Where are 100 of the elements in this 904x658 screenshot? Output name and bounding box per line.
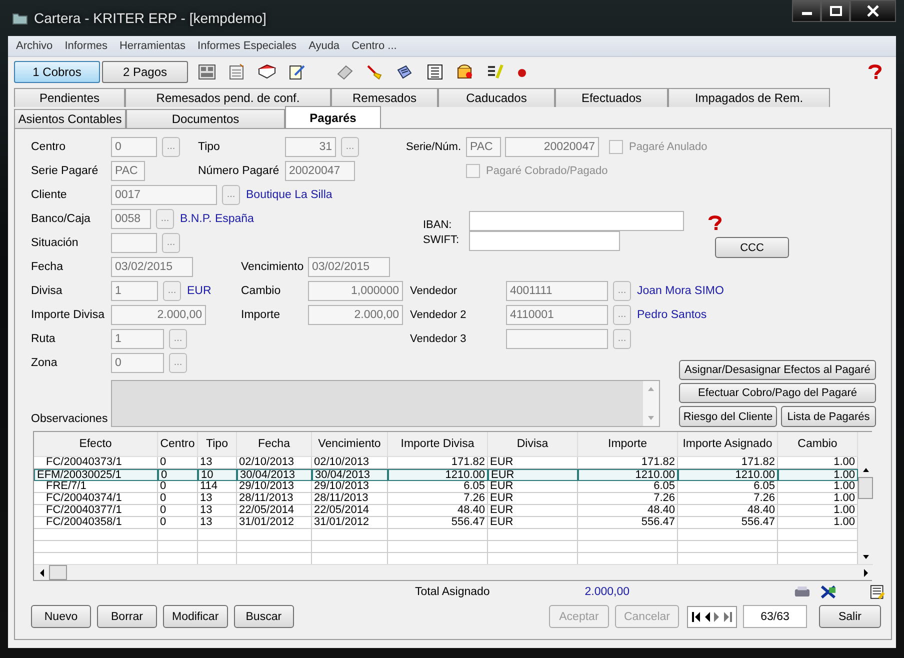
column-header[interactable]: Vencimiento <box>312 432 388 456</box>
table-cell: 48.40 <box>578 505 678 517</box>
input-field[interactable]: 03/02/2015 <box>308 257 390 277</box>
column-header[interactable]: Importe <box>578 432 678 456</box>
input-field[interactable]: 2.000,00 <box>111 305 206 325</box>
document-icon[interactable] <box>228 64 246 80</box>
tab[interactable]: Asientos Contables <box>14 109 126 128</box>
payment-button[interactable]: Efectuar Cobro/Pago del Pagaré <box>679 383 876 403</box>
command-button[interactable]: Borrar <box>97 605 157 628</box>
table-cell: EUR <box>488 457 578 469</box>
printer-icon[interactable] <box>794 585 810 599</box>
close-button[interactable] <box>850 0 896 22</box>
column-header[interactable]: Tipo <box>198 432 237 456</box>
assign-button[interactable]: Asignar/Desasignar Efectos al Pagaré <box>679 360 876 380</box>
column-header[interactable]: Divisa <box>488 432 578 456</box>
input-field[interactable]: PAC <box>466 137 501 157</box>
field-label: Cambio <box>241 285 282 297</box>
checklist-icon[interactable] <box>486 64 504 80</box>
column-header[interactable]: Importe Asignado <box>678 432 778 456</box>
table-cell: 0 <box>158 505 198 517</box>
mode-button[interactable]: 1 Cobros <box>14 61 100 83</box>
input-field[interactable]: 20020047 <box>285 161 355 181</box>
calculator-icon[interactable] <box>198 64 216 80</box>
scrollbar-thumb[interactable] <box>49 565 67 580</box>
last-record-icon[interactable] <box>723 610 733 624</box>
table-cell: 1.00 <box>778 469 858 481</box>
brush-icon[interactable] <box>366 64 384 80</box>
field-label: Importe Divisa <box>31 309 106 321</box>
input-field[interactable]: PAC <box>111 161 145 181</box>
previous-record-icon[interactable] <box>703 610 711 624</box>
input-field[interactable] <box>506 329 608 349</box>
lookup-value: Pedro Santos <box>637 309 707 321</box>
phone-icon[interactable] <box>456 64 474 80</box>
input-field[interactable]: 1 <box>111 329 164 349</box>
risk-button[interactable]: Riesgo del Cliente <box>679 406 777 427</box>
input-field[interactable]: 0 <box>111 353 164 373</box>
iban-field[interactable] <box>469 211 684 231</box>
table-cell: EUR <box>488 493 578 505</box>
input-field[interactable]: 4001111 <box>506 281 608 301</box>
column-header[interactable]: Centro <box>158 432 198 456</box>
ccc-button[interactable]: CCC <box>715 237 789 258</box>
input-field[interactable] <box>111 233 157 253</box>
input-field[interactable]: 20020047 <box>505 137 599 157</box>
menu-item[interactable]: Centro ... <box>352 40 397 52</box>
column-header[interactable]: Fecha <box>237 432 312 456</box>
input-field[interactable]: 1,000000 <box>308 281 403 301</box>
table-cell: 48.40 <box>388 505 488 517</box>
input-field[interactable]: 0017 <box>111 185 217 205</box>
tab[interactable]: Caducados <box>438 88 555 107</box>
table-cell: 7.26 <box>678 493 778 505</box>
tab[interactable]: Pagarés <box>285 106 381 128</box>
exit-button[interactable]: Salir <box>819 605 881 628</box>
minimize-button[interactable] <box>792 0 821 22</box>
field-label: Divisa <box>31 285 64 297</box>
tab[interactable]: Remesados pend. de conf. <box>125 88 331 107</box>
notepad-icon[interactable] <box>870 584 885 600</box>
menu-item[interactable]: Ayuda <box>308 40 340 52</box>
table-cell: 28/11/2013 <box>237 493 312 505</box>
help-icon[interactable] <box>706 215 724 231</box>
swift-field[interactable] <box>469 231 620 251</box>
input-field[interactable]: 1 <box>111 281 158 301</box>
list-button[interactable]: Lista de Pagarés <box>781 406 876 427</box>
tab[interactable]: Efectuados <box>555 88 668 107</box>
input-field[interactable]: 0 <box>111 137 157 157</box>
tab[interactable]: Remesados <box>331 88 438 107</box>
command-button[interactable]: Modificar <box>163 605 228 628</box>
command-button[interactable]: Nuevo <box>31 605 91 628</box>
menu-item[interactable]: Archivo <box>16 40 53 52</box>
help-icon[interactable] <box>866 64 884 80</box>
cards-icon[interactable] <box>396 64 414 80</box>
tab[interactable]: Documentos <box>126 109 285 128</box>
tab[interactable]: Impagados de Rem. <box>668 88 830 107</box>
mode-button[interactable]: 2 Pagos <box>102 61 188 83</box>
list-icon[interactable] <box>426 64 444 80</box>
command-button[interactable]: Buscar <box>234 605 294 628</box>
tab[interactable]: Pendientes <box>14 88 125 107</box>
eraser-icon[interactable] <box>336 64 354 80</box>
first-record-icon[interactable] <box>691 610 701 624</box>
window-title: Cartera - KRITER ERP - [kempdemo] <box>34 10 266 26</box>
menu-item[interactable]: Informes Especiales <box>198 40 297 52</box>
folder-icon <box>12 11 28 25</box>
next-record-icon[interactable] <box>713 610 721 624</box>
field-label: Vendedor 3 <box>409 333 468 345</box>
menu-item[interactable]: Informes <box>64 40 108 52</box>
spreadsheet-icon[interactable] <box>820 585 836 599</box>
field-label: Vendedor <box>409 285 458 297</box>
input-field[interactable]: 0058 <box>111 209 151 229</box>
field-label: Centro <box>31 141 67 153</box>
column-header[interactable]: Importe Divisa <box>388 432 488 456</box>
notepad-icon[interactable] <box>288 64 306 80</box>
menu-item[interactable]: Herramientas <box>119 40 186 52</box>
input-field[interactable]: 03/02/2015 <box>111 257 193 277</box>
input-field[interactable]: 31 <box>285 137 336 157</box>
input-field[interactable]: 2.000,00 <box>308 305 403 325</box>
table-cell: 13 <box>198 457 237 469</box>
scrollbar-thumb[interactable] <box>858 477 873 499</box>
maximize-button[interactable] <box>821 0 850 22</box>
total-label: Total Asignado <box>415 586 491 598</box>
column-header[interactable]: Efecto <box>34 432 158 456</box>
input-field[interactable]: 4110001 <box>506 305 608 325</box>
